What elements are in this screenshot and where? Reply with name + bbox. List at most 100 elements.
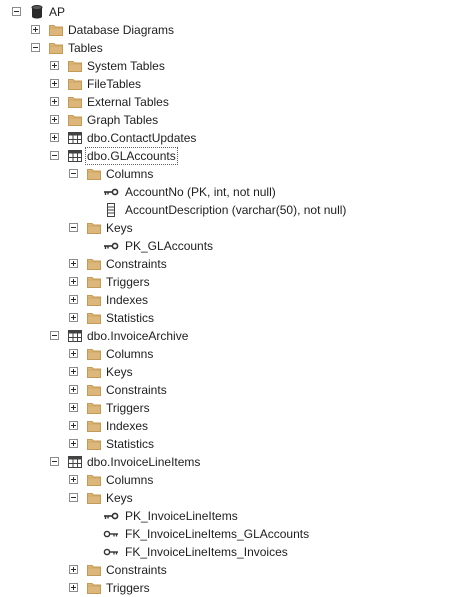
tree-node-label: Constraints [106, 383, 167, 397]
collapse-toggle-icon[interactable] [50, 331, 59, 340]
tree-node-column-accountno-pk-int-not-null[interactable]: AccountNo (PK, int, not null) [0, 183, 474, 201]
folder-icon [86, 274, 102, 290]
expand-toggle-icon[interactable] [50, 79, 59, 88]
tree-node-label: PK_InvoiceLineItems [125, 509, 238, 523]
tree-node-label: FK_InvoiceLineItems_Invoices [125, 545, 288, 559]
expand-toggle-icon[interactable] [69, 475, 78, 484]
tree-node-folder-columns[interactable]: Columns [0, 471, 474, 489]
collapse-toggle-icon[interactable] [12, 7, 21, 16]
tree-node-folder-statistics[interactable]: Statistics [0, 309, 474, 327]
tree-node-folder-triggers[interactable]: Triggers [0, 579, 474, 597]
expand-toggle-icon[interactable] [69, 403, 78, 412]
tree-node-label: AccountDescription (varchar(50), not nul… [125, 203, 347, 217]
tree-node-label: Statistics [106, 311, 155, 325]
tree-node-folder-triggers[interactable]: Triggers [0, 399, 474, 417]
folder-icon [86, 292, 102, 308]
column-icon [103, 202, 119, 218]
expand-toggle-icon[interactable] [69, 421, 78, 430]
tree-node-folder-tables[interactable]: Tables [0, 39, 474, 57]
folder-icon [48, 40, 64, 56]
expand-toggle-icon[interactable] [50, 61, 59, 70]
folder-icon [48, 22, 64, 38]
tree-node-database-ap[interactable]: AP [0, 3, 474, 21]
collapse-toggle-icon[interactable] [69, 493, 78, 502]
collapse-toggle-icon[interactable] [31, 43, 40, 52]
folder-icon [86, 256, 102, 272]
expand-toggle-icon[interactable] [69, 367, 78, 376]
tree-node-label: Constraints [106, 563, 167, 577]
tree-node-label: Columns [106, 347, 154, 361]
tree-node-label: Triggers [106, 275, 150, 289]
expand-toggle-icon[interactable] [69, 565, 78, 574]
tree-node-label: Statistics [106, 437, 155, 451]
tree-node-key-fk-invoicelineitems-invoices[interactable]: FK_InvoiceLineItems_Invoices [0, 543, 474, 561]
expand-toggle-icon[interactable] [69, 385, 78, 394]
tree-node-folder-statistics[interactable]: Statistics [0, 435, 474, 453]
primary-key-icon [103, 508, 119, 524]
tree-node-folder-columns[interactable]: Columns [0, 165, 474, 183]
expand-toggle-icon[interactable] [69, 277, 78, 286]
tree-node-label: dbo.InvoiceArchive [87, 329, 189, 343]
expand-toggle-icon[interactable] [50, 133, 59, 142]
expand-toggle-icon[interactable] [69, 259, 78, 268]
tree-node-column-accountdescription-varchar-50-not-null[interactable]: AccountDescription (varchar(50), not nul… [0, 201, 474, 219]
tree-node-label: Keys [106, 365, 133, 379]
expand-toggle-icon[interactable] [69, 439, 78, 448]
tree-node-folder-triggers[interactable]: Triggers [0, 273, 474, 291]
expand-toggle-icon[interactable] [69, 583, 78, 592]
tree-node-folder-filetables[interactable]: FileTables [0, 75, 474, 93]
tree-node-table-dbo-invoicelineitems[interactable]: dbo.InvoiceLineItems [0, 453, 474, 471]
tree-node-label: Tables [68, 41, 103, 55]
tree-node-label: FK_InvoiceLineItems_GLAccounts [125, 527, 310, 541]
tree-node-label: AP [49, 5, 66, 19]
database-icon [29, 4, 45, 20]
expand-toggle-icon[interactable] [69, 349, 78, 358]
tree-node-folder-graph-tables[interactable]: Graph Tables [0, 111, 474, 129]
tree-node-label: Triggers [106, 401, 150, 415]
expand-toggle-icon[interactable] [69, 295, 78, 304]
tree-node-folder-columns[interactable]: Columns [0, 345, 474, 363]
tree-node-label: dbo.ContactUpdates [87, 131, 197, 145]
tree-node-label: Constraints [106, 257, 167, 271]
tree-node-table-dbo-glaccounts[interactable]: dbo.GLAccounts [0, 147, 474, 165]
tree-node-label: FileTables [87, 77, 142, 91]
tree-node-folder-system-tables[interactable]: System Tables [0, 57, 474, 75]
tree-node-key-pk-glaccounts[interactable]: PK_GLAccounts [0, 237, 474, 255]
tree-node-table-dbo-invoicearchive[interactable]: dbo.InvoiceArchive [0, 327, 474, 345]
object-explorer-tree: AP Database Diagrams Tables System Tables Fi… [0, 0, 474, 597]
tree-node-label: Indexes [106, 293, 149, 307]
tree-node-folder-keys[interactable]: Keys [0, 219, 474, 237]
tree-node-folder-keys[interactable]: Keys [0, 363, 474, 381]
tree-node-folder-database-diagrams[interactable]: Database Diagrams [0, 21, 474, 39]
tree-node-folder-constraints[interactable]: Constraints [0, 255, 474, 273]
expand-toggle-icon[interactable] [31, 25, 40, 34]
expand-toggle-icon[interactable] [50, 97, 59, 106]
foreign-key-icon [103, 544, 119, 560]
folder-icon [67, 94, 83, 110]
expand-toggle-icon[interactable] [50, 115, 59, 124]
tree-node-label: Indexes [106, 419, 149, 433]
tree-node-key-fk-invoicelineitems-glaccounts[interactable]: FK_InvoiceLineItems_GLAccounts [0, 525, 474, 543]
tree-node-key-pk-invoicelineitems[interactable]: PK_InvoiceLineItems [0, 507, 474, 525]
folder-icon [86, 472, 102, 488]
tree-node-label: Keys [106, 221, 133, 235]
tree-node-folder-constraints[interactable]: Constraints [0, 381, 474, 399]
collapse-toggle-icon[interactable] [69, 169, 78, 178]
tree-node-table-dbo-contactupdates[interactable]: dbo.ContactUpdates [0, 129, 474, 147]
tree-node-label: System Tables [87, 59, 165, 73]
tree-node-folder-indexes[interactable]: Indexes [0, 417, 474, 435]
collapse-toggle-icon[interactable] [69, 223, 78, 232]
folder-icon [86, 346, 102, 362]
table-icon [67, 130, 83, 146]
folder-icon [86, 310, 102, 326]
folder-icon [86, 562, 102, 578]
tree-node-folder-keys[interactable]: Keys [0, 489, 474, 507]
collapse-toggle-icon[interactable] [50, 457, 59, 466]
tree-node-folder-constraints[interactable]: Constraints [0, 561, 474, 579]
expand-toggle-icon[interactable] [69, 313, 78, 322]
tree-node-folder-external-tables[interactable]: External Tables [0, 93, 474, 111]
collapse-toggle-icon[interactable] [50, 151, 59, 160]
folder-icon [67, 76, 83, 92]
tree-node-folder-indexes[interactable]: Indexes [0, 291, 474, 309]
foreign-key-icon [103, 526, 119, 542]
